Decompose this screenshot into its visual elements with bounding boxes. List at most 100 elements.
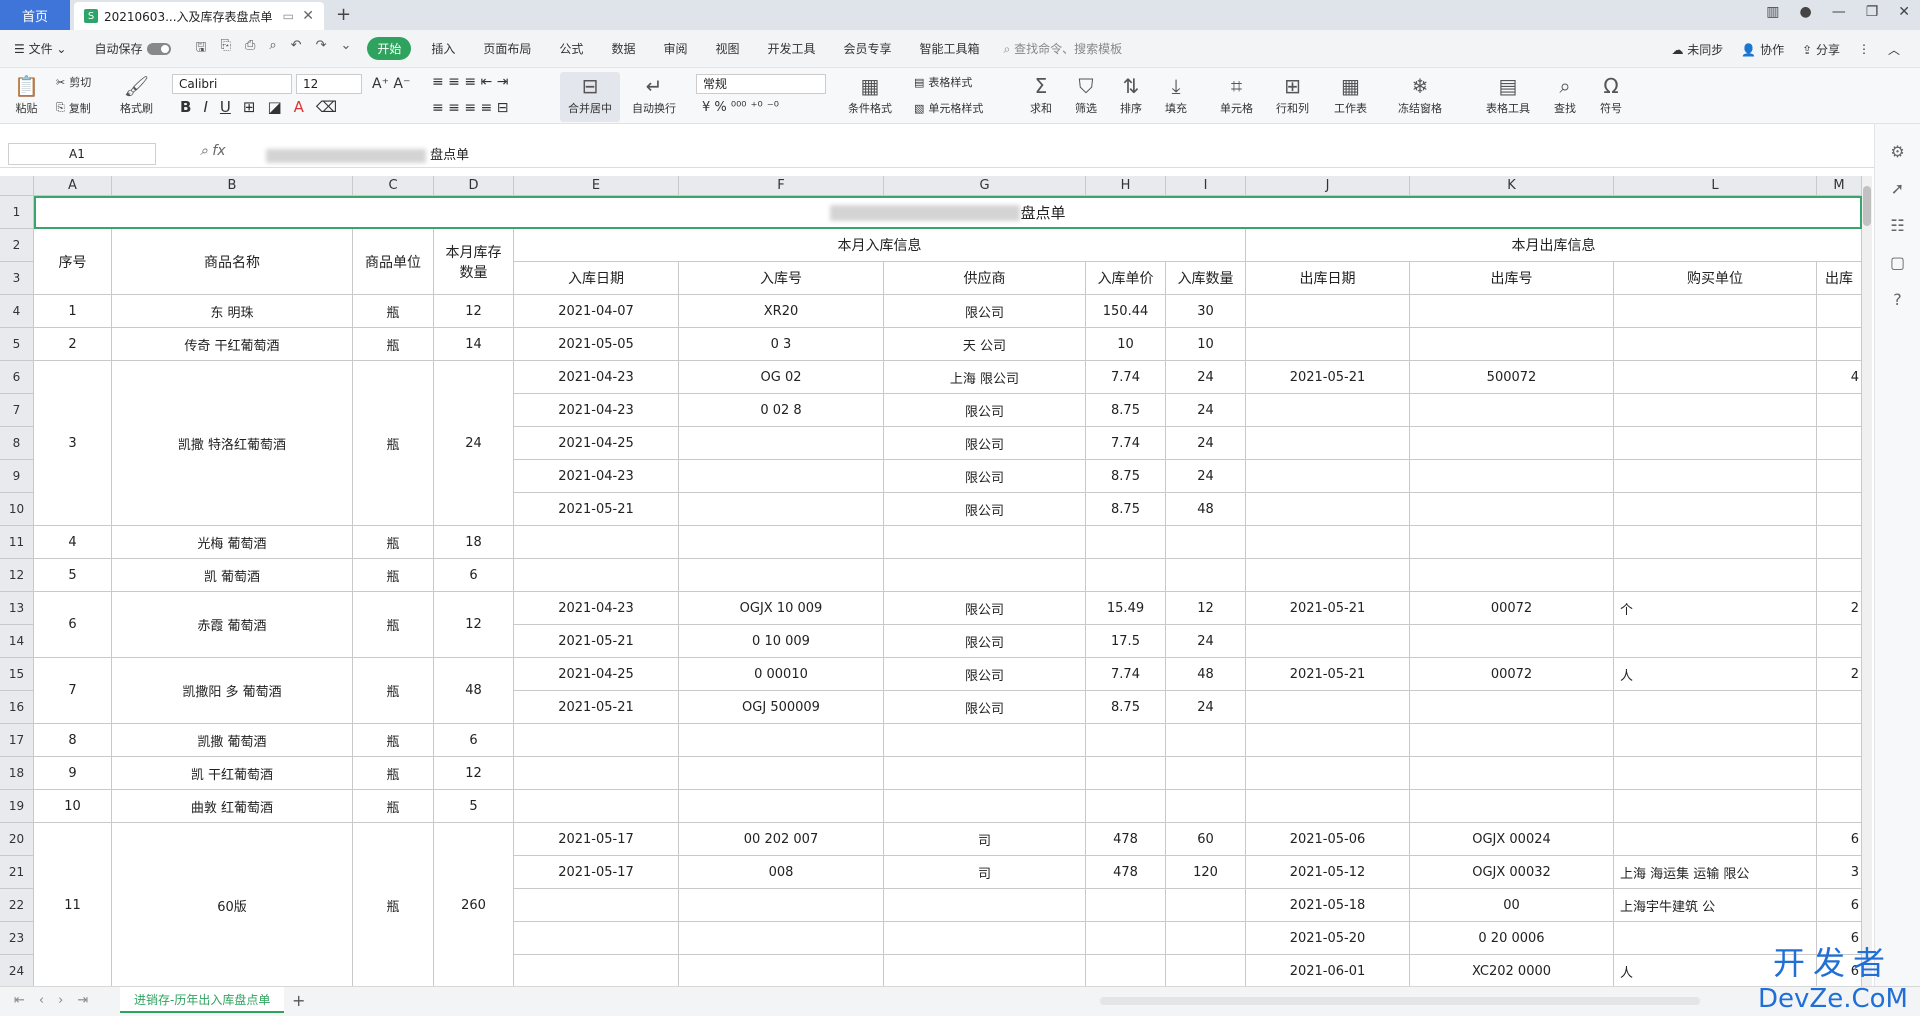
in-price-cell[interactable]: 7.74 — [1086, 658, 1166, 691]
in-price-cell[interactable] — [1086, 724, 1166, 757]
in-date-cell[interactable]: 2021-05-05 — [514, 328, 679, 361]
in-qty-cell[interactable]: 24 — [1166, 427, 1246, 460]
out-more-cell[interactable] — [1817, 295, 1862, 328]
in-qty-cell[interactable] — [1166, 790, 1246, 823]
in-date-cell[interactable]: 2021-05-21 — [514, 493, 679, 526]
out-more-cell[interactable] — [1817, 328, 1862, 361]
in-date-cell[interactable]: 2021-05-17 — [514, 823, 679, 856]
out-more-cell[interactable] — [1817, 757, 1862, 790]
product-name[interactable]: 凯撒 特洛红葡萄酒 — [112, 361, 353, 526]
in-date-cell[interactable] — [514, 790, 679, 823]
buyer-cell[interactable] — [1614, 493, 1817, 526]
copy-button[interactable]: ⎘ 复制 — [56, 100, 91, 116]
out-more-cell[interactable]: 2 — [1817, 592, 1862, 625]
command-search[interactable]: ⌕ 查找命令、搜索模板 — [1004, 40, 1123, 57]
out-date-cell[interactable]: 2021-05-20 — [1246, 922, 1410, 955]
out-no-cell[interactable] — [1410, 460, 1614, 493]
product-unit[interactable]: 瓶 — [353, 526, 434, 559]
out-date-cell[interactable]: 2021-06-01 — [1246, 955, 1410, 986]
in-price-cell[interactable]: 17.5 — [1086, 625, 1166, 658]
product-unit[interactable]: 瓶 — [353, 757, 434, 790]
in-no-cell[interactable]: 00 202 007 — [679, 823, 884, 856]
in-no-cell[interactable]: 008 — [679, 856, 884, 889]
next-sheet-icon[interactable]: › — [58, 993, 63, 1008]
product-seq[interactable]: 11 — [34, 823, 112, 986]
out-no-cell[interactable]: OGJX 00032 — [1410, 856, 1614, 889]
product-unit[interactable]: 瓶 — [353, 658, 434, 724]
in-date-cell[interactable]: 2021-04-25 — [514, 427, 679, 460]
in-date-cell[interactable] — [514, 724, 679, 757]
in-price-cell[interactable]: 478 — [1086, 856, 1166, 889]
in-qty-cell[interactable]: 24 — [1166, 625, 1246, 658]
product-unit[interactable]: 瓶 — [353, 724, 434, 757]
sliders-icon[interactable]: ☷ — [1875, 216, 1920, 235]
in-price-cell[interactable] — [1086, 559, 1166, 592]
in-date-cell[interactable] — [514, 526, 679, 559]
menu-data[interactable]: 数据 — [597, 40, 649, 57]
in-no-cell[interactable] — [679, 922, 884, 955]
in-date-cell[interactable] — [514, 757, 679, 790]
buyer-cell[interactable]: 个 — [1614, 592, 1817, 625]
in-price-cell[interactable] — [1086, 790, 1166, 823]
freeze-panes-button[interactable]: ❄ 冻结窗格 — [1398, 72, 1442, 116]
fill-button[interactable]: ⤓ 填充 — [1165, 72, 1187, 116]
out-no-cell[interactable]: 00 — [1410, 889, 1614, 922]
header-supplier[interactable]: 供应商 — [884, 262, 1086, 295]
buyer-cell[interactable] — [1614, 295, 1817, 328]
sum-button[interactable]: Σ 求和 — [1030, 72, 1052, 116]
column-header-B[interactable]: B — [112, 176, 353, 196]
product-seq[interactable]: 3 — [34, 361, 112, 526]
in-price-cell[interactable]: 8.75 — [1086, 460, 1166, 493]
row-header-19[interactable]: 19 — [0, 790, 34, 823]
in-date-cell[interactable] — [514, 955, 679, 986]
out-date-cell[interactable] — [1246, 691, 1410, 724]
product-unit[interactable]: 瓶 — [353, 592, 434, 658]
redo-icon[interactable]: ↷ — [316, 38, 327, 60]
select-icon[interactable]: ➚ — [1875, 179, 1920, 198]
in-date-cell[interactable]: 2021-04-25 — [514, 658, 679, 691]
out-more-cell[interactable]: 6 — [1817, 823, 1862, 856]
product-stock[interactable]: 14 — [434, 328, 514, 361]
table-style-button[interactable]: ▤ 表格样式 — [914, 74, 972, 90]
in-date-cell[interactable] — [514, 922, 679, 955]
supplier-cell[interactable]: 上海 限公司 — [884, 361, 1086, 394]
buyer-cell[interactable] — [1614, 757, 1817, 790]
out-no-cell[interactable] — [1410, 328, 1614, 361]
product-name[interactable]: 凯撒阳 多 葡萄酒 — [112, 658, 353, 724]
border-icon[interactable]: ⊞ — [243, 98, 256, 116]
in-no-cell[interactable] — [679, 790, 884, 823]
out-more-cell[interactable] — [1817, 493, 1862, 526]
buyer-cell[interactable] — [1614, 691, 1817, 724]
in-no-cell[interactable] — [679, 724, 884, 757]
in-no-cell[interactable] — [679, 493, 884, 526]
restore-icon[interactable]: ❐ — [1866, 4, 1879, 20]
product-name[interactable]: 凯撒 葡萄酒 — [112, 724, 353, 757]
export-icon[interactable]: ⎘ — [221, 38, 231, 60]
in-price-cell[interactable]: 150.44 — [1086, 295, 1166, 328]
out-date-cell[interactable] — [1246, 460, 1410, 493]
print-icon[interactable]: ⎙ — [245, 38, 255, 60]
in-qty-cell[interactable]: 10 — [1166, 328, 1246, 361]
out-date-cell[interactable] — [1246, 790, 1410, 823]
row-header-10[interactable]: 10 — [0, 493, 34, 526]
column-header-I[interactable]: I — [1166, 176, 1246, 196]
number-format-row[interactable]: ¥ % ⁰⁰⁰ ⁺⁰ ⁻⁰ — [702, 100, 779, 115]
row-header-13[interactable]: 13 — [0, 592, 34, 625]
in-qty-cell[interactable]: 24 — [1166, 361, 1246, 394]
in-qty-cell[interactable] — [1166, 757, 1246, 790]
font-size-select[interactable]: 12 — [296, 74, 362, 94]
out-date-cell[interactable]: 2021-05-18 — [1246, 889, 1410, 922]
save-icon[interactable]: 🖫 — [195, 38, 206, 60]
in-date-cell[interactable]: 2021-04-23 — [514, 361, 679, 394]
out-no-cell[interactable] — [1410, 790, 1614, 823]
in-price-cell[interactable]: 7.74 — [1086, 361, 1166, 394]
monitor-icon[interactable]: ▭ — [283, 9, 294, 23]
out-date-cell[interactable] — [1246, 394, 1410, 427]
column-header-G[interactable]: G — [884, 176, 1086, 196]
buyer-cell[interactable] — [1614, 625, 1817, 658]
in-date-cell[interactable]: 2021-04-07 — [514, 295, 679, 328]
in-price-cell[interactable] — [1086, 955, 1166, 986]
in-qty-cell[interactable] — [1166, 922, 1246, 955]
wrap-text-button[interactable]: ↵ 自动换行 — [632, 72, 676, 116]
minimize-icon[interactable]: — — [1832, 4, 1846, 20]
